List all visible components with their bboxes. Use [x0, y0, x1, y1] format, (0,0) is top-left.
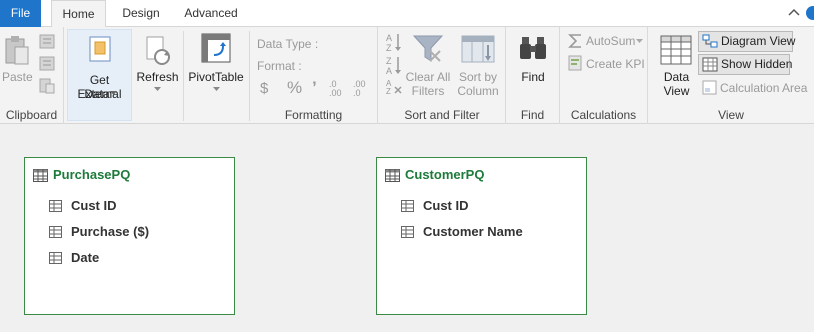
table-title[interactable]: PurchasePQ [53, 167, 130, 182]
sort-by-column-icon [461, 35, 495, 63]
group-calculations: AutoSum Create KPI Calculations [560, 27, 648, 124]
ribbon-tab-bar: File Home Design Advanced [0, 0, 814, 28]
sort-by-column-label2: Column [457, 84, 499, 98]
svg-text:A: A [386, 33, 392, 43]
format-painter-icon[interactable] [38, 78, 56, 94]
group-formatting: Data Type : Format : $ % ’ .0 .00 .00 .0… [250, 27, 378, 124]
calculation-area-icon [702, 80, 717, 95]
table-title[interactable]: CustomerPQ [405, 167, 484, 182]
pivottable-label: PivotTable [188, 70, 244, 84]
table-icon [385, 169, 400, 182]
autosum-button[interactable]: AutoSum [586, 34, 635, 48]
pivottable-button[interactable]: PivotTable [186, 27, 246, 124]
find-group-label: Find [520, 108, 545, 122]
column-item[interactable]: Customer Name [423, 224, 523, 239]
create-kpi-icon [568, 55, 582, 71]
copy-icon[interactable] [38, 56, 56, 72]
tab-home[interactable]: Home [51, 0, 106, 28]
column-icon [49, 226, 62, 238]
diagram-view-toggle[interactable]: Diagram View [698, 31, 796, 52]
data-view-label1: Data [663, 70, 690, 84]
clear-all-filters-button[interactable]: Clear All Filters [405, 27, 451, 102]
tab-file[interactable]: File [0, 0, 41, 27]
sort-by-column-label1: Sort by [458, 70, 497, 84]
clear-all-filters-label2: Filters [411, 84, 445, 98]
calculation-area-button[interactable]: Calculation Area [720, 81, 807, 95]
sort-desc-icon[interactable]: ZA [386, 55, 402, 75]
column-icon [401, 226, 414, 238]
paste-icon [5, 36, 29, 65]
create-kpi-button[interactable]: Create KPI [586, 57, 645, 71]
tab-advanced[interactable]: Advanced [178, 0, 244, 27]
clear-filter-icon [412, 35, 444, 62]
table-icon [33, 169, 48, 182]
column-icon [49, 252, 62, 264]
svg-text:Z: Z [386, 87, 391, 94]
data-view-icon [660, 35, 692, 65]
get-external-data-button[interactable]: Get External Data [67, 29, 132, 121]
sort-filter-group-label: Sort and Filter [404, 108, 480, 122]
help-icon[interactable] [806, 6, 814, 20]
find-button[interactable]: Find [510, 27, 556, 102]
svg-text:Z: Z [386, 43, 392, 52]
group-find: Find Find [506, 27, 560, 124]
show-hidden-label: Show Hidden [721, 57, 793, 71]
refresh-label: Refresh [136, 70, 179, 84]
formatting-group-label: Formatting [284, 108, 343, 122]
sort-by-column-button[interactable]: Sort by Column [453, 27, 503, 102]
diagram-canvas[interactable]: PurchasePQ Cust ID Purchase ($) Date Cus… [0, 124, 814, 332]
find-label: Find [521, 70, 545, 84]
dropdown-caret-icon [636, 39, 643, 43]
data-view-label2: View [663, 84, 690, 98]
column-icon [401, 200, 414, 212]
clear-sort-icon[interactable]: AZ [386, 78, 402, 94]
data-type-dropdown[interactable]: Data Type : [257, 37, 318, 51]
group-sort-filter: AZ ZA AZ Clear All Filters Sort by Colum… [379, 27, 506, 124]
column-item[interactable]: Cust ID [423, 198, 469, 213]
column-icon [49, 200, 62, 212]
column-item[interactable]: Date [71, 250, 99, 265]
binoculars-icon [520, 37, 546, 59]
clipboard-group-label: Clipboard [5, 108, 58, 122]
calculations-group-label: Calculations [570, 108, 637, 122]
table-card-customerpq[interactable]: CustomerPQ Cust ID Customer Name [376, 157, 587, 315]
refresh-icon [146, 36, 170, 65]
decrease-decimal-button[interactable]: .00 .0 [353, 80, 375, 98]
diagram-view-icon [702, 34, 718, 48]
dropdown-caret-icon [213, 87, 220, 91]
get-external-data-label2: Data [84, 87, 110, 101]
show-hidden-toggle[interactable]: Show Hidden [698, 54, 793, 75]
svg-text:Z: Z [386, 56, 392, 66]
format-dropdown[interactable]: Format : [257, 59, 302, 73]
data-view-button[interactable]: Data View [654, 27, 699, 102]
group-clipboard: Paste Clipboard [0, 27, 64, 124]
sort-asc-icon[interactable]: AZ [386, 32, 402, 52]
separator [183, 31, 184, 121]
percent-button[interactable]: % [287, 78, 302, 98]
dropdown-caret-icon [110, 91, 117, 95]
get-data-icon [89, 36, 111, 62]
clear-all-filters-label1: Clear All [405, 70, 451, 84]
table-card-purchasepq[interactable]: PurchasePQ Cust ID Purchase ($) Date [24, 157, 235, 315]
autosum-icon [568, 34, 581, 48]
show-hidden-icon [702, 57, 718, 72]
paste-button[interactable]: Paste [2, 70, 33, 84]
svg-text:A: A [386, 66, 392, 75]
currency-button[interactable]: $ [260, 80, 268, 97]
ribbon: Paste Clipboard Get External Data Refres… [0, 27, 814, 124]
increase-decimal-button[interactable]: .0 .00 [329, 80, 351, 98]
column-item[interactable]: Cust ID [71, 198, 117, 213]
tab-design[interactable]: Design [112, 0, 170, 27]
pivottable-icon [201, 33, 231, 63]
column-item[interactable]: Purchase ($) [71, 224, 149, 239]
refresh-button[interactable]: Refresh [135, 27, 180, 124]
view-group-label: View [718, 108, 744, 122]
diagram-view-label: Diagram View [721, 34, 796, 48]
comma-button[interactable]: ’ [312, 78, 317, 98]
group-view: Data View Diagram View Show Hidden Calcu… [648, 27, 814, 124]
cut-icon[interactable] [38, 34, 56, 50]
dropdown-caret-icon [154, 87, 161, 91]
collapse-ribbon-icon[interactable] [787, 6, 801, 20]
